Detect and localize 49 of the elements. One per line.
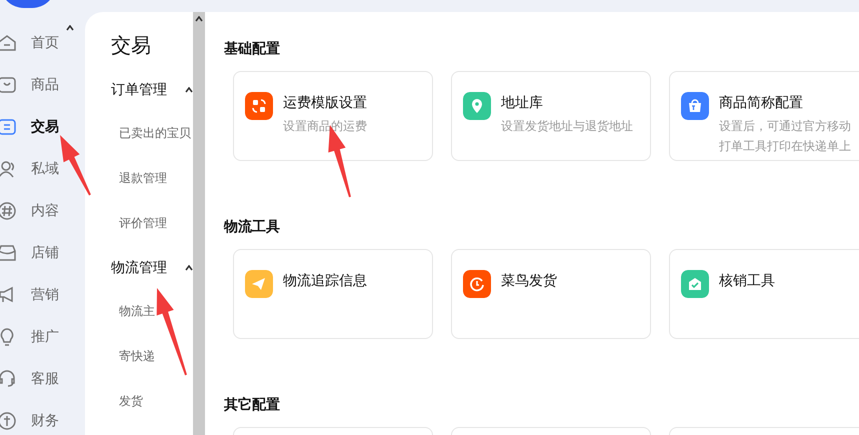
card-title: 菜鸟发货 [501, 272, 557, 290]
panel-title: 交易 [111, 32, 151, 59]
nav-item[interactable]: 店铺 [0, 232, 85, 274]
nav-icon [0, 33, 17, 53]
group-header[interactable]: 物流管理 [111, 259, 167, 277]
nav-item[interactable]: 首页 [0, 22, 85, 64]
nav-icon [0, 159, 17, 179]
tool-card[interactable]: 核销工具 [669, 249, 859, 339]
nav-icon [0, 201, 17, 221]
nav-icon [0, 369, 17, 389]
nav-item[interactable]: 推广 [0, 316, 85, 358]
scroll-up-icon[interactable] [195, 16, 203, 22]
nav-item[interactable]: 内容 [0, 190, 85, 232]
card-title: 商品简称配置 [719, 94, 804, 112]
tool-card[interactable]: 商品简称配置 设置后，可通过官方移动打单工具打印在快递单上 [669, 71, 859, 161]
nav-item[interactable]: 私域 [0, 148, 85, 190]
tool-card[interactable]: 菜鸟发货 [451, 249, 651, 339]
submenu-item[interactable]: 退款管理 [119, 167, 193, 189]
section-title: 其它配置 [224, 396, 280, 414]
card-description: 设置后，可通过官方移动打单工具打印在快递单上 [719, 118, 852, 155]
card-title: 核销工具 [719, 272, 775, 290]
scrollbar[interactable] [193, 12, 205, 435]
submenu-item[interactable]: 已卖出的宝贝 [119, 122, 193, 144]
nav-icon [0, 243, 17, 263]
submenu-item[interactable]: 物流主 [119, 300, 193, 322]
nav-icon [0, 411, 17, 431]
nav-item[interactable]: 营销 [0, 274, 85, 316]
nav-icon [0, 117, 17, 137]
submenu-item[interactable]: 寄快递 [119, 345, 193, 367]
card-description: 设置发货地址与退货地址 [501, 118, 634, 135]
caret-icon[interactable] [185, 87, 193, 93]
scroll-up-icon[interactable] [66, 25, 74, 31]
nav-item[interactable]: 财务 [0, 400, 85, 435]
group-header[interactable]: 订单管理 [111, 81, 167, 99]
nav-item[interactable]: 交易 [0, 106, 85, 148]
annotation-arrow [60, 135, 91, 196]
submenu-item[interactable]: 发货 [119, 390, 193, 412]
card-title: 运费模版设置 [283, 94, 368, 112]
caret-icon[interactable] [185, 265, 193, 271]
card-title: 物流追踪信息 [283, 272, 367, 290]
tool-card[interactable]: 地址库 设置发货地址与退货地址 [451, 71, 651, 161]
nav-icon [0, 75, 17, 95]
section-title: 物流工具 [224, 218, 280, 236]
card-title: 地址库 [501, 94, 544, 112]
tool-card[interactable]: 物流追踪信息 [233, 249, 433, 339]
nav-item[interactable]: 商品 [0, 64, 85, 106]
nav-item[interactable]: 客服 [0, 358, 85, 400]
submenu-item[interactable]: 评价管理 [119, 212, 193, 234]
section-title: 基础配置 [224, 40, 280, 58]
